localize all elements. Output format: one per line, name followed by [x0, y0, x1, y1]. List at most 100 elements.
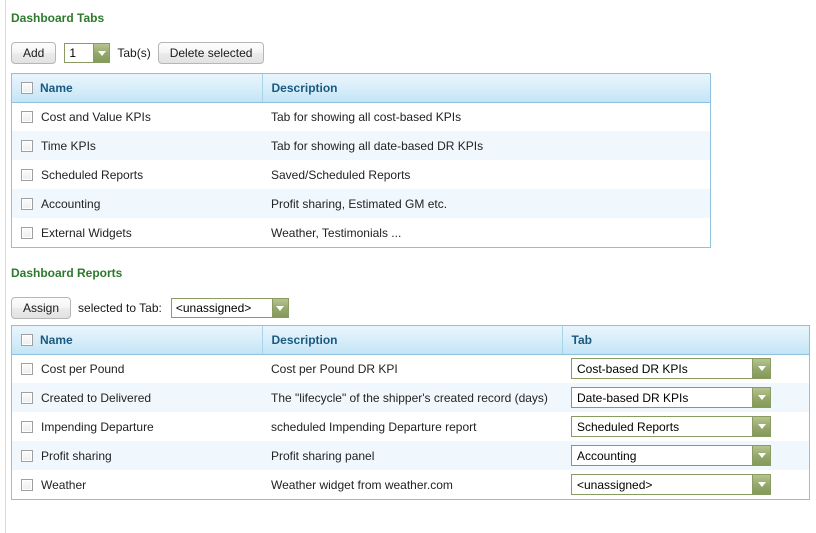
row-select-checkbox[interactable] — [21, 226, 33, 239]
row-name-cell: Accounting — [12, 189, 262, 218]
row-tab-select-value: Date-based DR KPIs — [577, 390, 689, 405]
chevron-down-icon[interactable] — [93, 44, 110, 62]
chevron-down-icon[interactable] — [752, 475, 770, 494]
row-select-checkbox[interactable] — [21, 362, 33, 375]
table-row[interactable]: Scheduled Reports Saved/Scheduled Report… — [12, 160, 710, 189]
row-tab-select-value: Scheduled Reports — [577, 419, 680, 434]
assign-target-label: selected to Tab: — [78, 301, 162, 315]
table-row[interactable]: Weather Weather widget from weather.com … — [12, 470, 809, 499]
column-header-description-label: Description — [271, 332, 338, 347]
row-description-cell: Profit sharing panel — [262, 441, 562, 470]
row-tab-select-value: Cost-based DR KPIs — [577, 361, 688, 376]
row-name-label: External Widgets — [41, 225, 132, 240]
row-description-cell: scheduled Impending Departure report — [262, 412, 562, 441]
chevron-down-icon[interactable] — [752, 417, 770, 436]
row-name-cell: Scheduled Reports — [12, 160, 262, 189]
table-row[interactable]: Created to Delivered The "lifecycle" of … — [12, 383, 809, 412]
row-select-checkbox[interactable] — [21, 449, 33, 462]
table-header-row: Name Description — [12, 74, 710, 103]
dashboard-tabs-heading: Dashboard Tabs — [11, 11, 105, 25]
table-row[interactable]: Profit sharing Profit sharing panel Acco… — [12, 441, 809, 470]
row-select-checkbox[interactable] — [21, 168, 33, 181]
row-select-checkbox[interactable] — [21, 139, 33, 152]
row-name-label: Cost and Value KPIs — [41, 109, 151, 124]
row-tab-select[interactable]: Cost-based DR KPIs — [571, 358, 771, 380]
row-tab-cell: Accounting — [562, 441, 809, 470]
row-select-checkbox[interactable] — [21, 197, 33, 210]
left-margin-rule — [5, 0, 6, 533]
row-name-label: Time KPIs — [41, 138, 96, 153]
chevron-down-icon[interactable] — [752, 446, 770, 465]
row-description-cell: Tab for showing all cost-based KPIs — [262, 102, 710, 131]
table-row[interactable]: Impending Departure scheduled Impending … — [12, 412, 809, 441]
row-name-cell: Time KPIs — [12, 131, 262, 160]
row-name-label: Scheduled Reports — [41, 167, 144, 182]
dashboard-reports-toolbar: Assign selected to Tab: <unassigned> — [11, 297, 289, 319]
row-name-cell: Created to Delivered — [12, 383, 262, 412]
row-tab-cell: Date-based DR KPIs — [562, 383, 809, 412]
table-row[interactable]: Time KPIs Tab for showing all date-based… — [12, 131, 710, 160]
column-header-name[interactable]: Name — [12, 326, 262, 355]
column-header-name-label: Name — [40, 80, 73, 95]
row-name-cell: External Widgets — [12, 218, 262, 247]
table-row[interactable]: Cost and Value KPIs Tab for showing all … — [12, 102, 710, 131]
row-tab-select[interactable]: <unassigned> — [571, 474, 771, 495]
row-tab-select-value: <unassigned> — [577, 477, 653, 492]
row-name-cell: Cost and Value KPIs — [12, 102, 262, 131]
row-description-cell: Weather widget from weather.com — [262, 470, 562, 499]
chevron-down-icon[interactable] — [752, 359, 770, 379]
tab-count-unit-label: Tab(s) — [117, 46, 151, 60]
row-tab-select-value: Accounting — [577, 448, 637, 463]
row-select-checkbox[interactable] — [21, 420, 33, 433]
row-tab-select[interactable]: Date-based DR KPIs — [571, 387, 771, 408]
table-row[interactable]: External Widgets Weather, Testimonials .… — [12, 218, 710, 247]
row-description-cell: Tab for showing all date-based DR KPIs — [262, 131, 710, 160]
row-tab-select[interactable]: Scheduled Reports — [571, 416, 771, 437]
row-name-cell: Profit sharing — [12, 441, 262, 470]
column-header-description-label: Description — [271, 80, 338, 95]
table-header-row: Name Description Tab — [12, 326, 809, 355]
dashboard-reports-table: Name Description Tab Cost per Pound Cost… — [11, 325, 810, 500]
dashboard-reports-heading: Dashboard Reports — [11, 266, 123, 280]
select-all-tabs-checkbox[interactable] — [21, 81, 33, 94]
row-name-label: Weather — [41, 477, 87, 492]
dashboard-tabs-table: Name Description Cost and Value KPIs Tab… — [11, 73, 711, 248]
row-name-label: Impending Departure — [41, 419, 154, 434]
row-tab-select[interactable]: Accounting — [571, 445, 771, 466]
row-description-cell: Profit sharing, Estimated GM etc. — [262, 189, 710, 218]
chevron-down-icon[interactable] — [752, 388, 770, 407]
table-row[interactable]: Accounting Profit sharing, Estimated GM … — [12, 189, 710, 218]
column-header-name-label: Name — [40, 332, 73, 347]
column-header-description[interactable]: Description — [261, 326, 562, 355]
delete-selected-tabs-button[interactable]: Delete selected — [157, 42, 265, 64]
add-tab-button[interactable]: Add — [11, 42, 57, 64]
dashboard-tabs-toolbar: Add 1 Tab(s) Delete selected — [11, 42, 265, 64]
select-all-reports-checkbox[interactable] — [21, 333, 33, 346]
row-name-cell: Weather — [12, 470, 262, 499]
row-name-label: Profit sharing — [41, 448, 112, 463]
row-tab-cell: Scheduled Reports — [562, 412, 809, 441]
column-header-tab[interactable]: Tab — [561, 326, 809, 355]
row-select-checkbox[interactable] — [21, 110, 33, 123]
tab-count-value[interactable]: 1 — [65, 44, 94, 62]
row-description-cell: The "lifecycle" of the shipper's created… — [262, 383, 562, 412]
dashboard-tabs-table-body: Cost and Value KPIs Tab for showing all … — [12, 102, 710, 247]
row-select-checkbox[interactable] — [21, 478, 33, 491]
table-row[interactable]: Cost per Pound Cost per Pound DR KPI Cos… — [12, 354, 809, 383]
row-name-label: Cost per Pound — [41, 361, 125, 376]
dashboard-reports-table-body: Cost per Pound Cost per Pound DR KPI Cos… — [12, 354, 809, 499]
row-description-cell: Saved/Scheduled Reports — [262, 160, 710, 189]
page-root: Dashboard Tabs Add 1 Tab(s) Delete selec… — [0, 0, 816, 533]
column-header-name[interactable]: Name — [12, 74, 262, 103]
row-select-checkbox[interactable] — [21, 391, 33, 404]
row-name-label: Accounting — [41, 196, 101, 211]
tab-count-stepper[interactable]: 1 — [64, 43, 111, 63]
assign-target-value: <unassigned> — [175, 301, 252, 315]
column-header-description[interactable]: Description — [261, 74, 710, 103]
row-tab-cell: Cost-based DR KPIs — [562, 354, 809, 383]
assign-target-select[interactable]: <unassigned> — [170, 298, 289, 318]
chevron-down-icon[interactable] — [271, 299, 288, 317]
row-name-cell: Impending Departure — [12, 412, 262, 441]
assign-button[interactable]: Assign — [11, 297, 72, 319]
row-description-cell: Weather, Testimonials ... — [262, 218, 710, 247]
